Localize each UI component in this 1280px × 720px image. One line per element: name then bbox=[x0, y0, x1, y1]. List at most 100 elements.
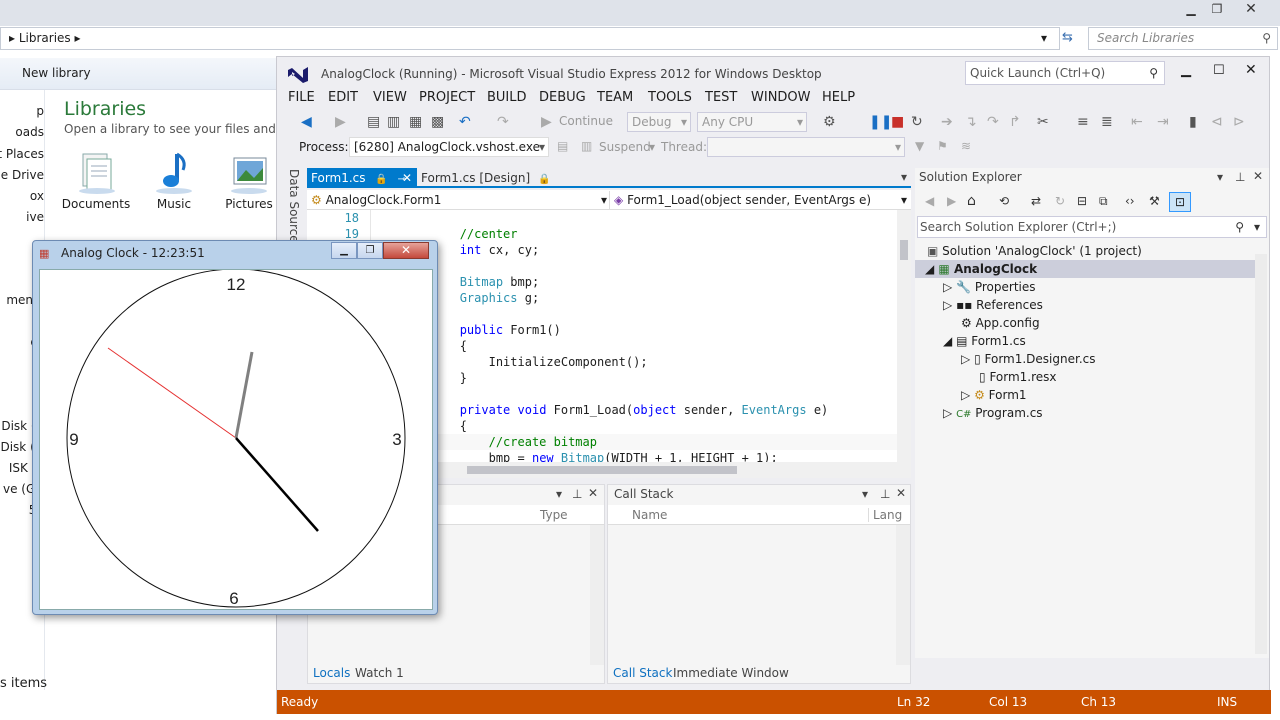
chevron-down-icon[interactable]: ▾ bbox=[862, 487, 868, 501]
continue-button[interactable]: Continue bbox=[559, 114, 613, 128]
thread-dropdown[interactable]: ▾ bbox=[707, 137, 905, 157]
tree-item-references[interactable]: ▷ ▪▪ References bbox=[943, 296, 1043, 314]
process-dropdown[interactable]: [6280] AnalogClock.vshost.exe ▾ bbox=[349, 137, 549, 157]
tree-item-solution[interactable]: ▣ Solution 'AnalogClock' (1 project) bbox=[927, 242, 1142, 260]
stack-icon[interactable]: ≋ bbox=[961, 139, 971, 153]
lang-column-header[interactable]: Lang bbox=[868, 508, 902, 522]
refresh-icon[interactable]: ↻ bbox=[1055, 194, 1065, 208]
suspend-button[interactable]: Suspend bbox=[599, 140, 651, 154]
library-pictures[interactable]: Pictures bbox=[214, 150, 284, 211]
pin-icon[interactable]: ⊥ bbox=[1235, 170, 1245, 184]
menu-build[interactable]: BUILD bbox=[487, 87, 527, 109]
menu-window[interactable]: WINDOW bbox=[751, 87, 811, 109]
minimize-button[interactable]: ▁ bbox=[331, 242, 357, 259]
maximize-button[interactable]: ☐ bbox=[1213, 63, 1225, 78]
nav-item[interactable]: ox bbox=[0, 189, 44, 203]
tab-locals[interactable]: Locals bbox=[313, 666, 350, 680]
tab-call-stack[interactable]: Call Stack bbox=[613, 666, 672, 680]
name-column-header[interactable]: Name bbox=[632, 508, 667, 522]
back-icon[interactable]: ◀ bbox=[301, 109, 312, 135]
tree-item-form1[interactable]: ◢ ▤ Form1.cs bbox=[943, 332, 1026, 350]
maximize-button[interactable]: ❐ bbox=[357, 242, 383, 259]
tab-form1-cs[interactable]: Form1.cs 🔒 ⊸ ✕ bbox=[307, 168, 417, 188]
step-into-icon[interactable]: ↴ bbox=[965, 109, 977, 135]
dropdown-icon[interactable]: ▾ bbox=[1041, 28, 1047, 49]
close-button[interactable]: ✕ bbox=[1245, 62, 1257, 78]
vertical-scrollbar[interactable] bbox=[896, 525, 910, 665]
show-all-files-icon[interactable]: ⧉ bbox=[1099, 194, 1108, 209]
solution-search-input[interactable]: Search Solution Explorer (Ctrl+;) ⚲ ▾ bbox=[917, 216, 1267, 238]
menu-help[interactable]: HELP bbox=[822, 87, 855, 109]
pin-icon[interactable]: ⊥ bbox=[880, 487, 890, 501]
nav-item[interactable]: ive bbox=[0, 210, 44, 224]
save-icon[interactable]: ▦ bbox=[409, 109, 422, 135]
lifecycle-icon[interactable]: ▤ bbox=[557, 139, 568, 153]
menu-view[interactable]: VIEW bbox=[373, 87, 407, 109]
show-next-statement-icon[interactable]: ➔ bbox=[941, 109, 953, 135]
open-icon[interactable]: ▥ bbox=[387, 109, 400, 135]
redo-icon[interactable]: ↷ bbox=[497, 109, 509, 135]
library-music[interactable]: Music bbox=[138, 150, 210, 211]
class-dropdown[interactable]: ⚙ AnalogClock.Form1 ▾ bbox=[311, 191, 607, 209]
attach-icon[interactable]: ⚙ bbox=[823, 109, 836, 135]
scrollbar-thumb[interactable] bbox=[900, 240, 908, 260]
nav-item[interactable]: t Places bbox=[0, 147, 44, 161]
refresh-icon[interactable]: ⇆ bbox=[1062, 30, 1073, 45]
home-icon[interactable]: ⌂ bbox=[967, 193, 976, 209]
tree-item-program[interactable]: ▷ C# Program.cs bbox=[943, 404, 1043, 422]
prev-bookmark-icon[interactable]: ⊲ bbox=[1211, 109, 1223, 135]
tree-item-app-config[interactable]: ⚙ App.config bbox=[961, 314, 1040, 332]
configuration-dropdown[interactable]: Debug ▾ bbox=[627, 112, 691, 132]
bookmark-icon[interactable]: ▮ bbox=[1189, 109, 1197, 135]
platform-dropdown[interactable]: Any CPU ▾ bbox=[697, 112, 807, 132]
chevron-down-icon[interactable]: ▾ bbox=[556, 487, 562, 501]
menu-team[interactable]: TEAM bbox=[597, 87, 633, 109]
stop-icon[interactable]: ■ bbox=[891, 109, 904, 135]
step-over-icon[interactable]: ↷ bbox=[987, 109, 999, 135]
minimize-button[interactable]: ▁ bbox=[1181, 63, 1191, 78]
nav-item[interactable]: oads bbox=[0, 125, 44, 139]
close-icon[interactable]: ✕ bbox=[402, 168, 412, 188]
pin-icon[interactable]: ⊥ bbox=[572, 487, 582, 501]
close-button[interactable]: ✕ bbox=[1238, 0, 1264, 18]
close-button[interactable]: ✕ bbox=[383, 242, 429, 259]
menu-project[interactable]: PROJECT bbox=[419, 87, 475, 109]
sync-icon[interactable]: ⟲ bbox=[999, 194, 1009, 208]
filter-icon[interactable]: ▼ bbox=[915, 139, 924, 153]
continue-icon[interactable]: ▶ bbox=[541, 109, 552, 135]
indent-icon[interactable]: ≡ bbox=[1077, 109, 1089, 135]
tree-item-resx[interactable]: ▯ Form1.resx bbox=[979, 368, 1057, 386]
tab-watch1[interactable]: Watch 1 bbox=[355, 666, 404, 680]
tab-form1-design[interactable]: Form1.cs [Design] 🔒 bbox=[421, 168, 550, 188]
new-library-button[interactable]: New library bbox=[22, 66, 91, 80]
type-column-header[interactable]: Type bbox=[540, 508, 568, 522]
chevron-down-icon[interactable]: ▾ bbox=[901, 170, 907, 184]
vertical-scrollbar[interactable] bbox=[897, 210, 911, 462]
tree-item-designer[interactable]: ▷ ▯ Form1.Designer.cs bbox=[961, 350, 1096, 368]
library-documents[interactable]: Documents bbox=[60, 150, 132, 211]
restart-icon[interactable]: ↻ bbox=[911, 109, 923, 135]
close-icon[interactable]: ✕ bbox=[896, 486, 906, 500]
nav-item[interactable]: p bbox=[0, 104, 44, 118]
view-code-icon[interactable]: ‹› bbox=[1125, 194, 1135, 208]
outdent-icon[interactable]: ≣ bbox=[1101, 109, 1113, 135]
undo-icon[interactable]: ↶ bbox=[459, 109, 471, 135]
menu-debug[interactable]: DEBUG bbox=[539, 87, 586, 109]
uncomment-icon[interactable]: ⇥ bbox=[1157, 109, 1169, 135]
comment-icon[interactable]: ⇤ bbox=[1131, 109, 1143, 135]
properties-icon[interactable]: ⚒ bbox=[1149, 194, 1160, 208]
vertical-scrollbar[interactable] bbox=[1255, 254, 1267, 654]
forward-icon[interactable]: ▶ bbox=[947, 194, 956, 208]
scrollbar-thumb[interactable] bbox=[467, 466, 737, 474]
tree-item-project[interactable]: ◢ ▦ AnalogClock bbox=[915, 260, 1261, 278]
flag-icon[interactable]: ⚑ bbox=[937, 139, 948, 153]
member-dropdown[interactable]: ◈ Form1_Load(object sender, EventArgs e)… bbox=[609, 191, 907, 209]
nav-item[interactable]: e Drive bbox=[0, 168, 44, 182]
pending-changes-icon[interactable]: ⇄ bbox=[1031, 194, 1041, 208]
menu-edit[interactable]: EDIT bbox=[328, 87, 358, 109]
close-icon[interactable]: ✕ bbox=[1253, 169, 1263, 183]
forward-icon[interactable]: ▶ bbox=[335, 109, 346, 135]
next-bookmark-icon[interactable]: ⊳ bbox=[1233, 109, 1245, 135]
step-out-icon[interactable]: ↱ bbox=[1009, 109, 1021, 135]
menu-tools[interactable]: TOOLS bbox=[648, 87, 692, 109]
